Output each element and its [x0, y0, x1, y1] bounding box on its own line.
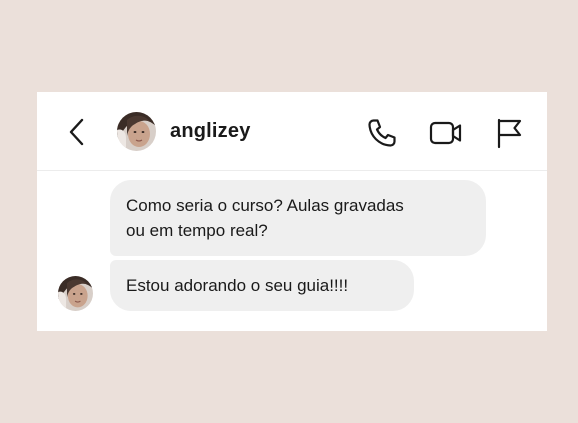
back-button[interactable]: [65, 116, 89, 148]
message-text-line: Como seria o curso? Aulas gravadas: [126, 196, 404, 215]
phone-icon: [368, 119, 396, 147]
message-text-line: Estou adorando o seu guia!!!!: [126, 276, 349, 295]
report-button[interactable]: [493, 116, 527, 150]
username[interactable]: anglizey: [170, 120, 251, 143]
call-button[interactable]: [365, 116, 399, 150]
video-call-button[interactable]: [428, 116, 462, 150]
avatar-photo: [58, 276, 93, 311]
video-camera-icon: [429, 121, 462, 145]
message-text-line: ou em tempo real?: [126, 221, 268, 240]
chat-header: anglizey: [37, 92, 547, 171]
avatar-photo: [117, 112, 156, 151]
sender-avatar[interactable]: [58, 276, 93, 311]
chat-card: anglizey Como seria o curso? Aulas grava…: [37, 92, 547, 331]
message-bubble[interactable]: Como seria o curso? Aulas gravadas ou em…: [110, 180, 486, 256]
avatar[interactable]: [117, 112, 156, 151]
flag-icon: [497, 118, 522, 149]
message-bubble[interactable]: Estou adorando o seu guia!!!!: [110, 260, 414, 311]
chevron-left-icon: [69, 118, 84, 146]
